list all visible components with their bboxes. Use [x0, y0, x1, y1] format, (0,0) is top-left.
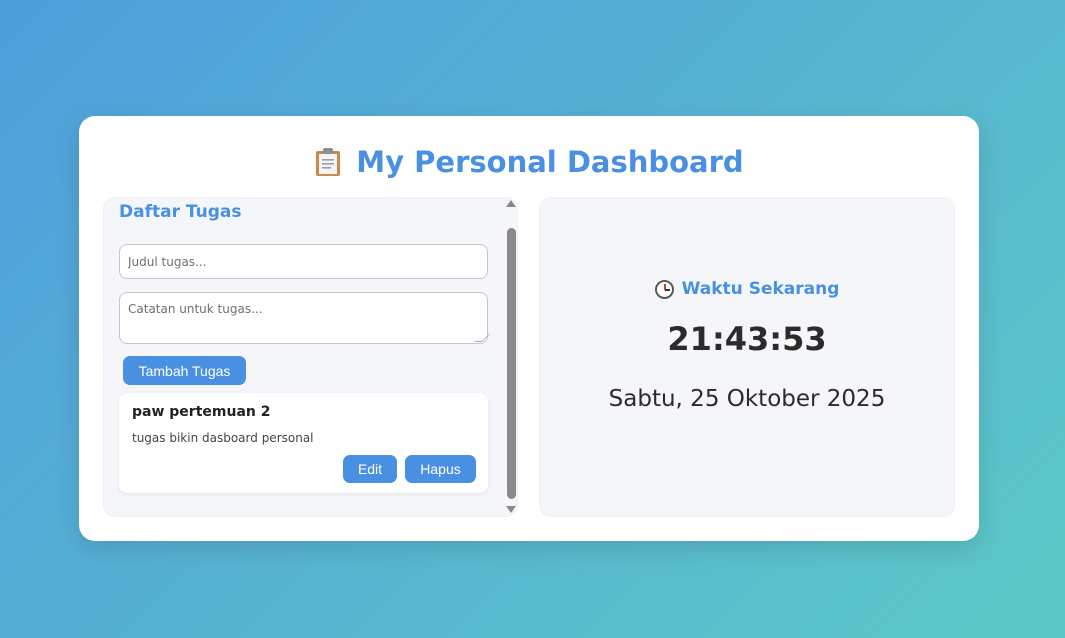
task-title-input[interactable]: [119, 244, 488, 279]
current-date: Sabtu, 25 Oktober 2025: [608, 386, 886, 412]
add-task-button[interactable]: Tambah Tugas: [123, 356, 246, 385]
task-item: paw pertemuan 2 tugas bikin dasboard per…: [119, 393, 488, 493]
task-item-title: paw pertemuan 2: [132, 404, 271, 420]
task-panel-heading: Daftar Tugas: [119, 202, 242, 222]
task-item-description: tugas bikin dasboard personal: [132, 431, 314, 445]
dashboard-card: My Personal Dashboard Daftar Tugas Tamba…: [79, 116, 979, 541]
scroll-up-arrow-icon[interactable]: [506, 200, 516, 207]
scrollbar-thumb[interactable]: [507, 228, 516, 499]
task-notes-input[interactable]: [119, 292, 488, 344]
clipboard-icon: [314, 147, 342, 177]
page-title: My Personal Dashboard: [79, 142, 979, 182]
scroll-down-arrow-icon[interactable]: [506, 506, 516, 513]
edit-task-button[interactable]: Edit: [343, 455, 397, 483]
page-title-text: My Personal Dashboard: [356, 145, 744, 179]
clock-heading-text: Waktu Sekarang: [681, 279, 840, 299]
task-panel[interactable]: Daftar Tugas Tambah Tugas paw pertemuan …: [103, 197, 518, 517]
clock-panel: Waktu Sekarang 21:43:53 Sabtu, 25 Oktobe…: [539, 197, 955, 517]
clock-panel-heading: Waktu Sekarang: [540, 279, 954, 299]
clock-icon: [654, 279, 674, 299]
delete-task-button[interactable]: Hapus: [405, 455, 476, 483]
current-time: 21:43:53: [667, 320, 827, 358]
